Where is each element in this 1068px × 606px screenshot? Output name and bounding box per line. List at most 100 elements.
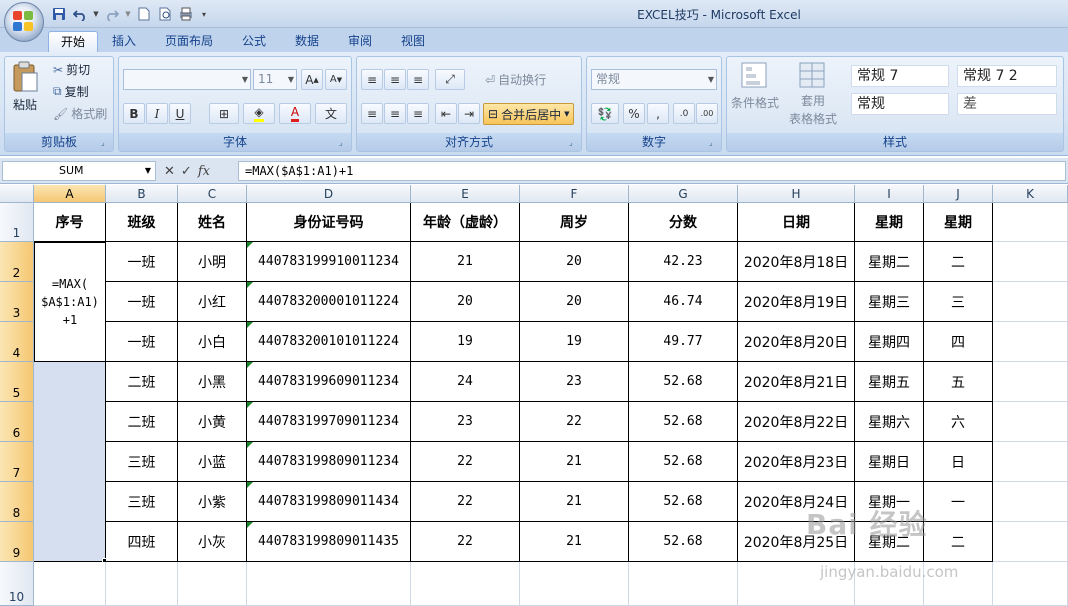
empty-cell[interactable] (520, 562, 629, 606)
select-all-corner[interactable] (0, 185, 34, 203)
italic-button[interactable]: I (146, 103, 168, 124)
weekday-short-cell[interactable]: 日 (924, 442, 993, 482)
font-launcher-icon[interactable]: ⌟ (339, 138, 349, 148)
id-number-cell[interactable]: 440783199809011434 (247, 482, 411, 522)
score-cell[interactable]: 52.68 (629, 402, 738, 442)
align-bottom-button[interactable]: ≡ (407, 69, 429, 90)
align-center-button[interactable]: ≡ (384, 103, 406, 124)
full-age-cell[interactable]: 21 (520, 522, 629, 562)
weekday-cell[interactable]: 星期四 (855, 322, 924, 362)
percent-button[interactable]: % (623, 103, 645, 124)
full-age-cell[interactable]: 22 (520, 402, 629, 442)
weekday-cell[interactable]: 星期三 (855, 282, 924, 322)
class-cell[interactable]: 三班 (106, 482, 178, 522)
id-number-cell[interactable]: 440783199609011234 (247, 362, 411, 402)
age-cell[interactable]: 24 (411, 362, 520, 402)
empty-cell[interactable] (993, 482, 1068, 522)
empty-cell[interactable] (993, 362, 1068, 402)
style-gallery-item[interactable]: 差 (957, 93, 1057, 115)
name-box[interactable]: SUM ▼ (2, 161, 156, 181)
row-header-1[interactable]: 1 (0, 203, 34, 242)
row-header-2[interactable]: 2 (0, 242, 34, 282)
decrease-decimal-button[interactable]: .00 (696, 103, 718, 124)
format-painter-button[interactable]: 🖌 格式刷 (53, 105, 107, 122)
conditional-format-button[interactable]: 条件格式 (731, 61, 779, 111)
weekday-short-cell[interactable]: 二 (924, 522, 993, 562)
empty-cell[interactable] (106, 562, 178, 606)
name-cell[interactable]: 小灰 (178, 522, 247, 562)
score-cell[interactable]: 52.68 (629, 362, 738, 402)
column-header-e[interactable]: E (411, 185, 520, 203)
date-cell[interactable]: 2020年8月20日 (738, 322, 855, 362)
format-as-table-button[interactable]: 套用 表格格式 (789, 61, 837, 127)
empty-cell[interactable] (411, 562, 520, 606)
date-cell[interactable]: 2020年8月19日 (738, 282, 855, 322)
increase-decimal-button[interactable]: .0 (673, 103, 695, 124)
tab-page-layout[interactable]: 页面布局 (153, 31, 225, 52)
empty-cell[interactable] (34, 562, 106, 606)
header-cell-date[interactable]: 日期 (738, 203, 855, 242)
column-header-i[interactable]: I (855, 185, 924, 203)
score-cell[interactable]: 52.68 (629, 482, 738, 522)
office-button[interactable] (4, 2, 44, 42)
date-cell[interactable]: 2020年8月21日 (738, 362, 855, 402)
empty-cell[interactable] (993, 442, 1068, 482)
weekday-cell[interactable]: 星期六 (855, 402, 924, 442)
full-age-cell[interactable]: 20 (520, 282, 629, 322)
class-cell[interactable]: 四班 (106, 522, 178, 562)
weekday-cell[interactable]: 星期五 (855, 362, 924, 402)
class-cell[interactable]: 一班 (106, 282, 178, 322)
name-cell[interactable]: 小蓝 (178, 442, 247, 482)
row-header-6[interactable]: 6 (0, 402, 34, 442)
column-header-f[interactable]: F (520, 185, 629, 203)
full-age-cell[interactable]: 21 (520, 442, 629, 482)
alignment-launcher-icon[interactable]: ⌟ (569, 138, 579, 148)
column-header-h[interactable]: H (738, 185, 855, 203)
class-cell[interactable]: 一班 (106, 322, 178, 362)
score-cell[interactable]: 42.23 (629, 242, 738, 282)
score-cell[interactable]: 52.68 (629, 522, 738, 562)
increase-indent-button[interactable]: ⇥ (458, 103, 480, 124)
name-cell[interactable]: 小黄 (178, 402, 247, 442)
id-number-cell[interactable]: 440783200001011224 (247, 282, 411, 322)
shrink-font-button[interactable]: A ▼ (325, 69, 347, 90)
empty-cell[interactable] (993, 203, 1068, 242)
age-cell[interactable]: 19 (411, 322, 520, 362)
id-number-cell[interactable]: 440783199809011234 (247, 442, 411, 482)
id-number-cell[interactable]: 440783199809011435 (247, 522, 411, 562)
row-header-9[interactable]: 9 (0, 522, 34, 562)
header-cell-age[interactable]: 年龄（虚龄） (411, 203, 520, 242)
class-cell[interactable]: 二班 (106, 402, 178, 442)
header-cell-class[interactable]: 班级 (106, 203, 178, 242)
age-cell[interactable]: 22 (411, 442, 520, 482)
column-header-j[interactable]: J (924, 185, 993, 203)
font-color-button[interactable]: A (279, 103, 311, 124)
wrap-text-button[interactable]: ⏎ 自动换行 (485, 71, 546, 88)
style-gallery-item[interactable]: 常规 7 (851, 65, 949, 87)
id-number-cell[interactable]: 440783199709011234 (247, 402, 411, 442)
tab-view[interactable]: 视图 (389, 31, 437, 52)
age-cell[interactable]: 22 (411, 482, 520, 522)
merge-center-button[interactable]: ⊟ 合并后居中 ▼ (483, 103, 575, 125)
grow-font-button[interactable]: A ▲ (301, 69, 323, 90)
empty-cell[interactable] (629, 562, 738, 606)
function-icon[interactable]: fx (198, 164, 210, 179)
name-cell[interactable]: 小黑 (178, 362, 247, 402)
empty-cell[interactable] (993, 562, 1068, 606)
empty-cell[interactable] (993, 282, 1068, 322)
copy-button[interactable]: ⧉ 复制 (53, 83, 89, 100)
header-cell-weekday[interactable]: 星期 (855, 203, 924, 242)
formula-input[interactable]: =MAX($A$1:A1)+1 (238, 161, 1066, 181)
phonetic-button[interactable]: 文 (315, 103, 347, 124)
number-format-combo[interactable]: 常规 ▼ (591, 69, 717, 90)
score-cell[interactable]: 52.68 (629, 442, 738, 482)
column-header-g[interactable]: G (629, 185, 738, 203)
align-left-button[interactable]: ≡ (361, 103, 383, 124)
font-size-combo[interactable]: 11 ▼ (253, 69, 297, 90)
name-cell[interactable]: 小白 (178, 322, 247, 362)
bold-button[interactable]: B (123, 103, 145, 124)
align-right-button[interactable]: ≡ (407, 103, 429, 124)
class-cell[interactable]: 二班 (106, 362, 178, 402)
align-middle-button[interactable]: ≡ (384, 69, 406, 90)
align-top-button[interactable]: ≡ (361, 69, 383, 90)
